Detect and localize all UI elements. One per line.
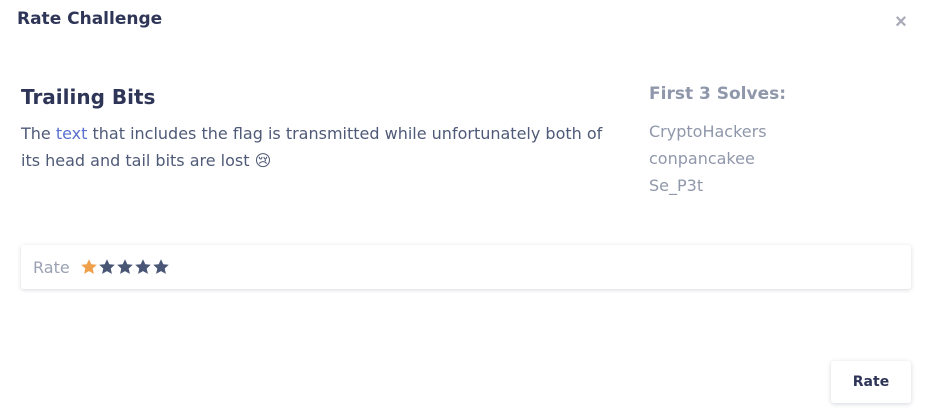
star-icon[interactable] <box>98 258 116 276</box>
close-icon[interactable]: × <box>891 12 911 32</box>
first-solves-panel: First 3 Solves: CryptoHackers conpancake… <box>649 82 889 199</box>
challenge-description: The text that includes the flag is trans… <box>21 120 611 174</box>
star-icon[interactable] <box>152 258 170 276</box>
rate-button[interactable]: Rate <box>831 361 911 403</box>
rating-card: Rate <box>21 245 911 289</box>
solves-title: First 3 Solves: <box>649 84 787 104</box>
rate-label: Rate <box>33 257 70 277</box>
star-rating <box>80 258 170 276</box>
description-text-before: The <box>21 124 56 143</box>
rate-challenge-modal: Rate Challenge × Trailing Bits The text … <box>0 0 931 418</box>
solver-name: Se_P3t <box>649 176 704 195</box>
star-icon[interactable] <box>80 258 98 276</box>
modal-title: Rate Challenge <box>17 9 163 29</box>
star-icon[interactable] <box>134 258 152 276</box>
description-link[interactable]: text <box>56 124 88 143</box>
challenge-info: Trailing Bits The text that includes the… <box>21 84 611 174</box>
challenge-name: Trailing Bits <box>21 85 156 109</box>
description-text-after: that includes the flag is transmitted wh… <box>21 124 603 170</box>
star-icon[interactable] <box>116 258 134 276</box>
solves-list: CryptoHackers conpancakee Se_P3t <box>649 118 889 199</box>
solver-name: CryptoHackers <box>649 122 767 141</box>
solver-name: conpancakee <box>649 149 755 168</box>
